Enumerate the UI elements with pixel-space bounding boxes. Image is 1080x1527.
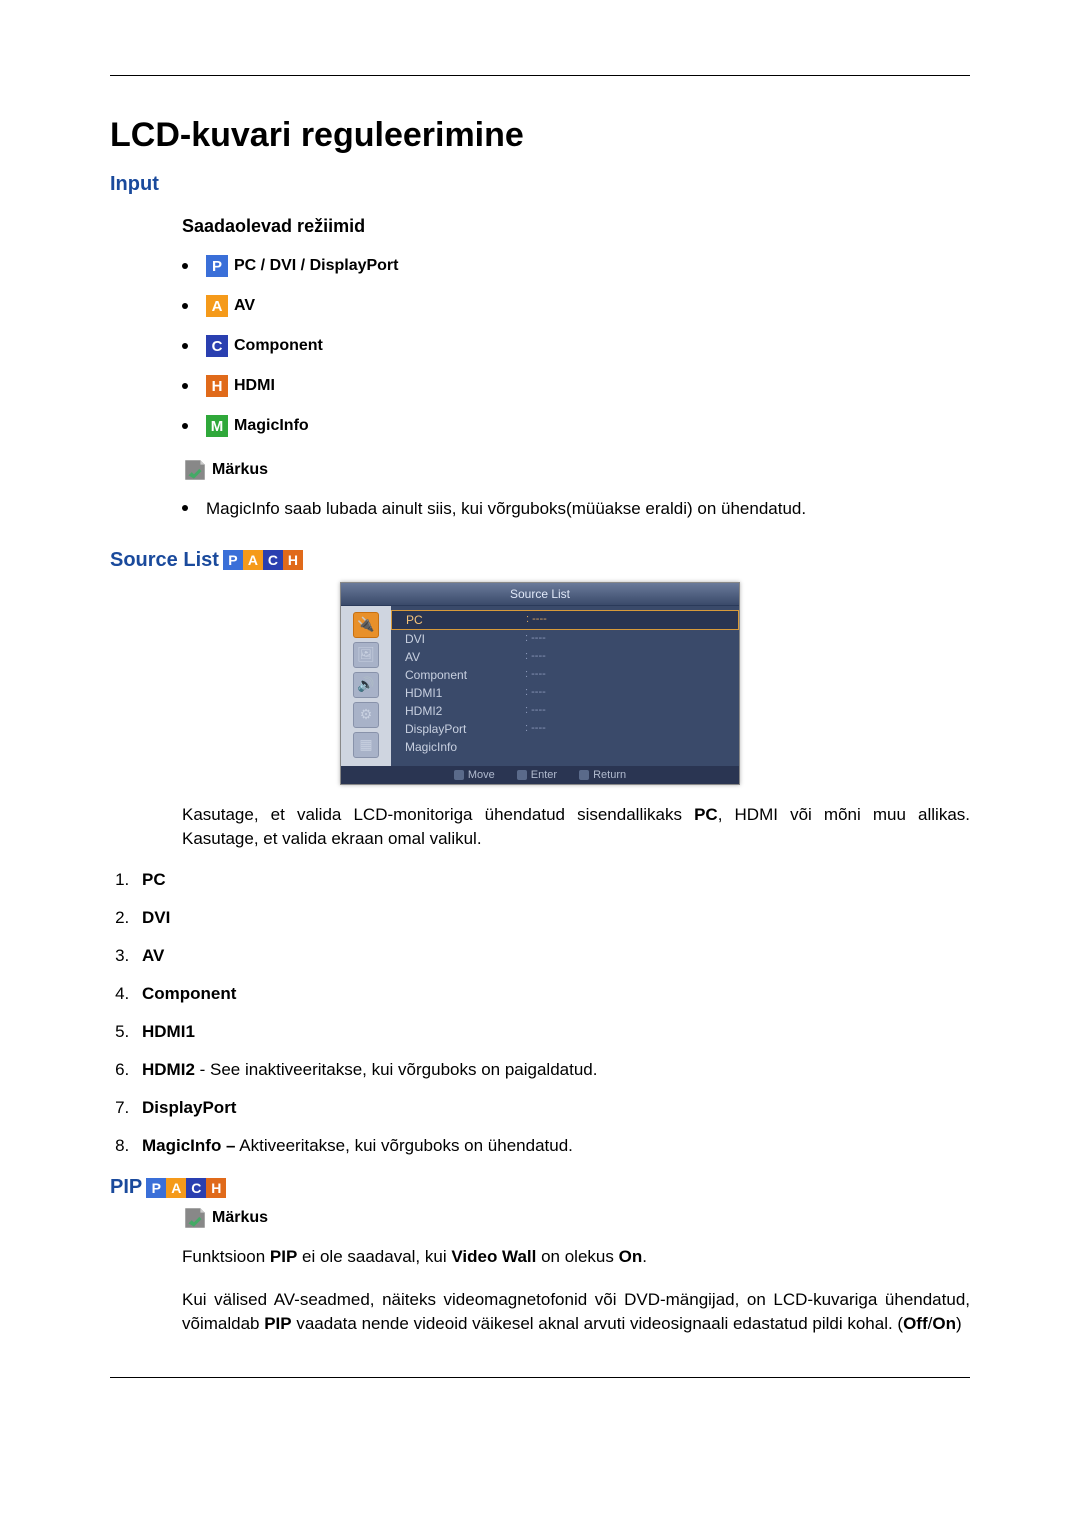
list-item: HDMI2 - See inaktiveeritakse, kui võrgub… <box>134 1060 970 1080</box>
mode-item-hdmi: H HDMI <box>182 375 970 397</box>
source-list-label: Source List <box>110 549 219 572</box>
osd-side-icon-setup: ⚙ <box>353 702 379 728</box>
page-title: LCD-kuvari reguleerimine <box>110 116 970 155</box>
osd-body: 🔌 🖼 🔊 ⚙ ▦ PC: ---- DVI: ---- AV: ---- Co… <box>341 606 739 766</box>
osd-side-icon-picture: 🖼 <box>353 642 379 668</box>
note-label: Märkus <box>212 1209 268 1227</box>
bullet-icon <box>182 383 188 389</box>
osd-row-hdmi2: HDMI2: ---- <box>391 702 739 720</box>
list-item: HDMI1 <box>134 1022 970 1042</box>
osd-row-hdmi1: HDMI1: ---- <box>391 684 739 702</box>
mode-item-magicinfo: M MagicInfo <box>182 415 970 437</box>
osd-footer-return: Return <box>579 769 626 781</box>
osd-row-dvi: DVI: ---- <box>391 630 739 648</box>
bullet-icon <box>182 505 188 511</box>
osd-row-av: AV: ---- <box>391 648 739 666</box>
bullet-icon <box>182 263 188 269</box>
osd-row-magicinfo: MagicInfo <box>391 738 739 756</box>
note-item: MagicInfo saab lubada ainult siis, kui v… <box>182 497 970 521</box>
a-icon: A <box>243 550 263 570</box>
list-item: PC <box>134 870 970 890</box>
p-icon: P <box>223 550 243 570</box>
mode-label: MagicInfo <box>234 417 309 435</box>
list-item: AV <box>134 946 970 966</box>
note-text: MagicInfo saab lubada ainult siis, kui v… <box>206 497 806 521</box>
a-icon: A <box>206 295 228 317</box>
osd-footer: Move Enter Return <box>341 766 739 784</box>
list-item: DisplayPort <box>134 1098 970 1118</box>
a-icon: A <box>166 1178 186 1198</box>
c-icon: C <box>263 550 283 570</box>
p-icon: P <box>206 255 228 277</box>
osd-title: Source List <box>341 583 739 606</box>
source-list-heading: Source List P A C H <box>110 549 970 572</box>
h-icon: H <box>206 375 228 397</box>
pip-label: PIP <box>110 1176 142 1199</box>
osd-side-icon-input: 🔌 <box>353 612 379 638</box>
bullet-icon <box>182 423 188 429</box>
source-ordered-list: PC DVI AV Component HDMI1 HDMI2 - See in… <box>110 870 970 1156</box>
osd-side-icon-multi: ▦ <box>353 732 379 758</box>
input-heading: Input <box>110 173 970 196</box>
list-item: MagicInfo – Aktiveeritakse, kui võrgubok… <box>134 1136 970 1156</box>
list-item: DVI <box>134 908 970 928</box>
mode-label: PC / DVI / DisplayPort <box>234 257 398 275</box>
source-paragraph: Kasutage, et valida LCD-monitoriga ühend… <box>110 803 970 852</box>
modes-list: P PC / DVI / DisplayPort A AV C Componen… <box>110 255 970 437</box>
osd-panel: Source List 🔌 🖼 🔊 ⚙ ▦ PC: ---- DVI: ----… <box>340 582 740 785</box>
pip-description-paragraph: Kui välised AV-seadmed, näiteks videomag… <box>110 1288 970 1337</box>
osd-footer-move: Move <box>454 769 495 781</box>
pip-note-paragraph: Funktsioon PIP ei ole saadaval, kui Vide… <box>110 1245 970 1270</box>
mode-label: AV <box>234 297 255 315</box>
mode-label: Component <box>234 337 323 355</box>
mode-item-component: C Component <box>182 335 970 357</box>
h-icon: H <box>283 550 303 570</box>
mode-item-av: A AV <box>182 295 970 317</box>
pip-note-heading: Märkus <box>110 1205 970 1231</box>
p-icon: P <box>146 1178 166 1198</box>
osd-footer-enter: Enter <box>517 769 557 781</box>
list-item: Component <box>134 984 970 1004</box>
top-rule <box>110 75 970 76</box>
osd-row-displayport: DisplayPort: ---- <box>391 720 739 738</box>
osd-side-icon-sound: 🔊 <box>353 672 379 698</box>
osd-row-component: Component: ---- <box>391 666 739 684</box>
osd-row-pc: PC: ---- <box>391 610 739 630</box>
modes-heading: Saadaolevad režiimid <box>110 216 970 237</box>
note-list: MagicInfo saab lubada ainult siis, kui v… <box>110 497 970 521</box>
note-icon <box>182 457 208 483</box>
pip-heading: PIP P A C H <box>110 1176 970 1199</box>
bullet-icon <box>182 343 188 349</box>
c-icon: C <box>206 335 228 357</box>
bullet-icon <box>182 303 188 309</box>
note-label: Märkus <box>212 461 268 479</box>
note-heading: Märkus <box>110 457 970 483</box>
mode-item-pc: P PC / DVI / DisplayPort <box>182 255 970 277</box>
bottom-rule <box>110 1377 970 1378</box>
c-icon: C <box>186 1178 206 1198</box>
h-icon: H <box>206 1178 226 1198</box>
osd-list: PC: ---- DVI: ---- AV: ---- Component: -… <box>391 606 739 766</box>
mode-label: HDMI <box>234 377 275 395</box>
note-icon <box>182 1205 208 1231</box>
m-icon: M <box>206 415 228 437</box>
osd-side-icons: 🔌 🖼 🔊 ⚙ ▦ <box>341 606 391 766</box>
